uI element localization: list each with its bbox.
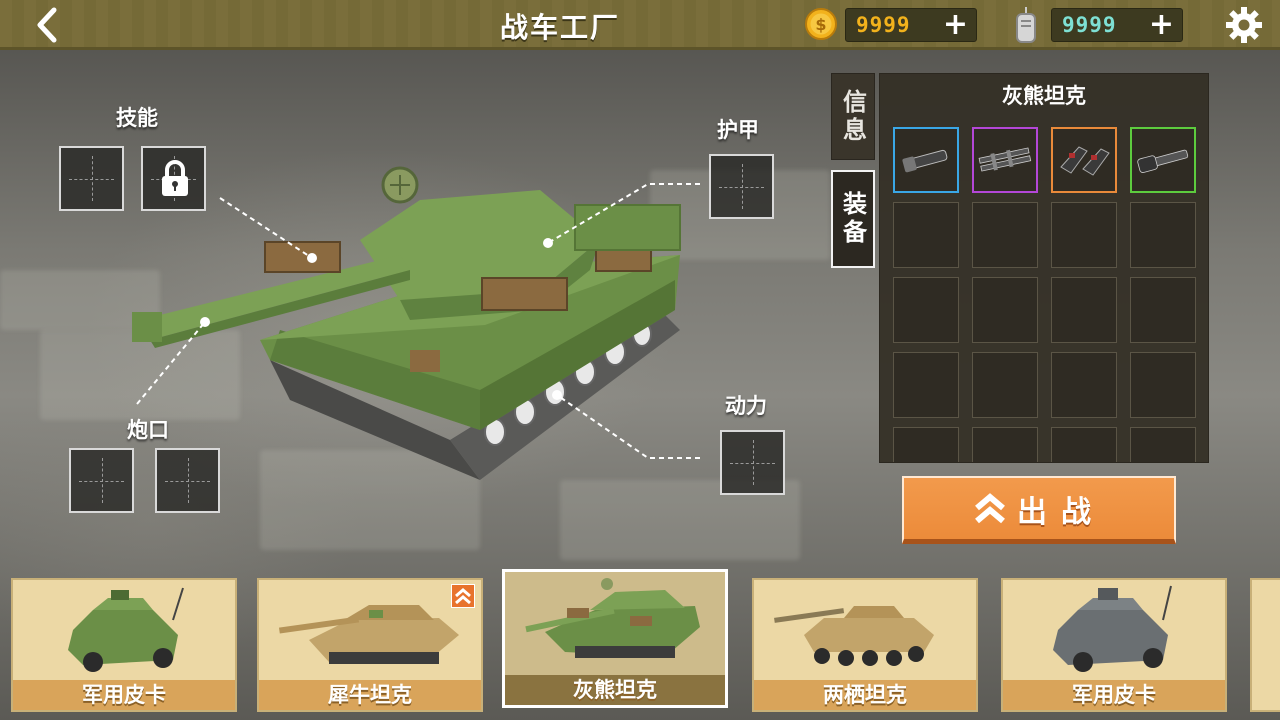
vehicle-card[interactable]: 两栖坦克 bbox=[752, 578, 978, 712]
equipment-slot[interactable] bbox=[972, 202, 1038, 268]
equipment-slot[interactable] bbox=[1051, 202, 1117, 268]
equipment-slot[interactable] bbox=[1130, 427, 1196, 462]
dogtag-amount: 9999 bbox=[1062, 13, 1117, 37]
equipment-slot[interactable] bbox=[893, 202, 959, 268]
military-pickup-icon bbox=[68, 587, 184, 672]
barrel-item-icon bbox=[902, 149, 948, 173]
add-dogtags-button[interactable]: + bbox=[1149, 9, 1174, 41]
equipment-slot[interactable] bbox=[1130, 202, 1196, 268]
upgrade-arrow-icon bbox=[455, 588, 471, 605]
equipment-grid[interactable] bbox=[892, 126, 1198, 462]
muzzle-slot-2[interactable] bbox=[155, 448, 220, 513]
vehicle-name: 军用皮卡 bbox=[13, 680, 235, 710]
equipment-slot[interactable] bbox=[1051, 127, 1117, 193]
top-bar: 战车工厂 $ 9999 + 9999 + bbox=[0, 0, 1280, 50]
equipment-slot[interactable] bbox=[1051, 427, 1117, 462]
panel-title: 灰熊坦克 bbox=[1002, 84, 1086, 108]
vehicle-name: 灰熊坦克 bbox=[505, 675, 725, 705]
vehicle-name: 军用皮卡 bbox=[1003, 680, 1225, 710]
skill-label: 技能 bbox=[116, 106, 158, 130]
battle-button[interactable]: 出战 bbox=[902, 476, 1176, 544]
equipment-slot[interactable] bbox=[893, 277, 959, 343]
vehicle-card-partial[interactable] bbox=[1250, 578, 1280, 712]
tab-equipment[interactable]: 装备 bbox=[831, 170, 875, 268]
armor-label: 护甲 bbox=[717, 118, 759, 142]
equipment-slot[interactable] bbox=[893, 352, 959, 418]
equipment-slot[interactable] bbox=[972, 127, 1038, 193]
muzzle-label: 炮口 bbox=[127, 418, 169, 442]
amphibious-tank-icon bbox=[774, 606, 934, 666]
double-barrel-item-icon bbox=[978, 147, 1032, 172]
muzzle-slot-1[interactable] bbox=[69, 448, 134, 513]
vehicle-name: 犀牛坦克 bbox=[259, 680, 481, 710]
upgrade-badge bbox=[451, 584, 475, 608]
equipment-panel: 灰熊坦克 bbox=[879, 73, 1209, 463]
grizzly-tank-icon bbox=[525, 578, 700, 658]
gear-icon[interactable] bbox=[1224, 5, 1264, 45]
coin-counter: 9999 + bbox=[845, 8, 977, 42]
vehicle-card[interactable]: 军用皮卡 bbox=[11, 578, 237, 712]
power-label: 动力 bbox=[725, 394, 767, 418]
equipment-slot[interactable] bbox=[1130, 352, 1196, 418]
vehicle-name: 两栖坦克 bbox=[754, 680, 976, 710]
equipment-slot[interactable] bbox=[972, 277, 1038, 343]
lock-icon bbox=[162, 160, 188, 196]
armor-plate-item-icon bbox=[1060, 146, 1110, 176]
gray-pickup-icon bbox=[1053, 585, 1172, 672]
rhino-tank-icon bbox=[278, 605, 459, 664]
equipment-slot[interactable] bbox=[972, 352, 1038, 418]
power-slot[interactable] bbox=[720, 430, 785, 495]
skill-slot-1[interactable] bbox=[59, 146, 124, 211]
dogtag-icon bbox=[1016, 7, 1036, 43]
vehicle-card-selected[interactable]: 灰熊坦克 bbox=[502, 569, 728, 708]
cannon-item-icon bbox=[1137, 149, 1189, 173]
skill-slot-2-locked[interactable] bbox=[141, 146, 206, 211]
equipment-slot[interactable] bbox=[972, 427, 1038, 462]
vehicle-card[interactable]: 犀牛坦克 bbox=[257, 578, 483, 712]
dogtag-counter: 9999 + bbox=[1051, 8, 1183, 42]
equipment-slot[interactable] bbox=[893, 127, 959, 193]
armor-slot[interactable] bbox=[709, 154, 774, 219]
battle-label: 出战 bbox=[1017, 494, 1105, 530]
tank-model bbox=[132, 166, 681, 480]
equipment-slot[interactable] bbox=[1130, 277, 1196, 343]
equipment-slot[interactable] bbox=[1051, 352, 1117, 418]
coin-amount: 9999 bbox=[856, 13, 911, 37]
coin-symbol: $ bbox=[815, 15, 826, 34]
vehicle-card[interactable]: 军用皮卡 bbox=[1001, 578, 1227, 712]
equipment-slot[interactable] bbox=[1130, 127, 1196, 193]
tab-info[interactable]: 信息 bbox=[831, 73, 875, 160]
add-coins-button[interactable]: + bbox=[943, 9, 968, 41]
equipment-slot[interactable] bbox=[893, 427, 959, 462]
equipment-slot[interactable] bbox=[1051, 277, 1117, 343]
double-chevron-up-icon bbox=[975, 492, 1005, 523]
coin-icon: $ bbox=[805, 8, 837, 40]
